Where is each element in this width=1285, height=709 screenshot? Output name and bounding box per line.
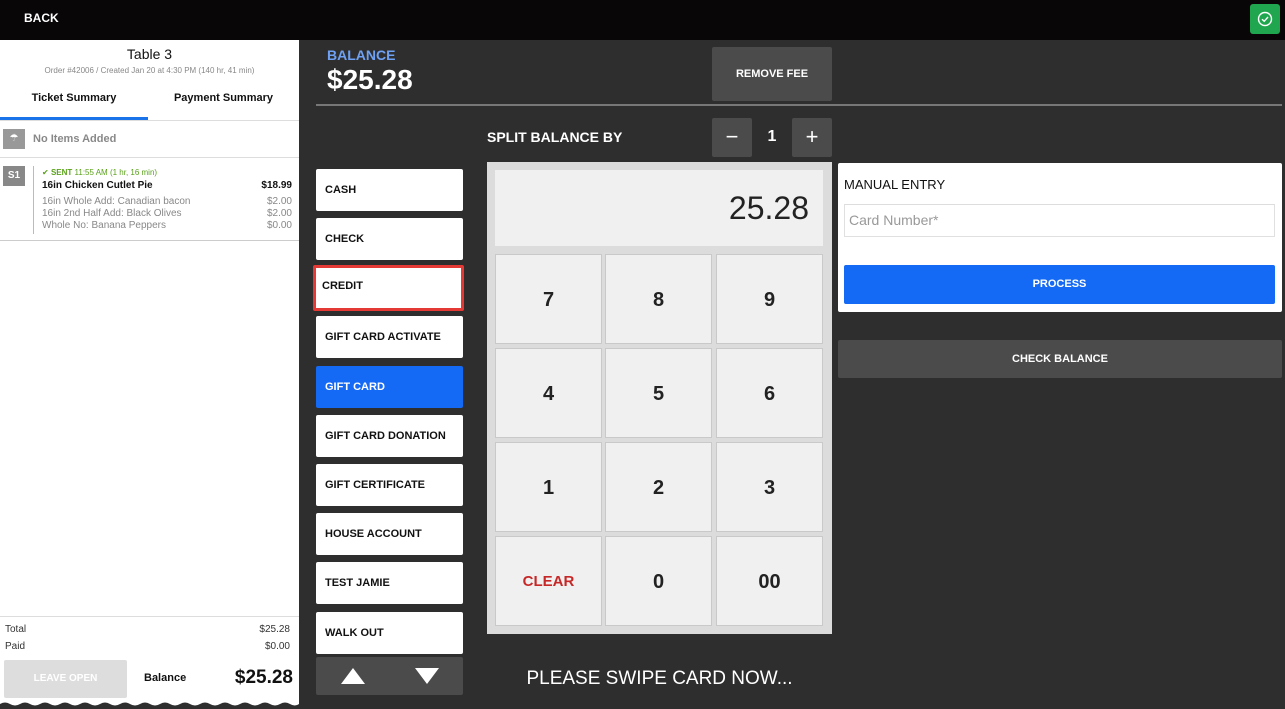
item-price: $18.99 (261, 180, 292, 191)
check-circle-icon (1257, 11, 1273, 27)
tender-gift-certificate[interactable]: GIFT CERTIFICATE (316, 464, 463, 506)
split-decrement-button[interactable]: − (712, 118, 752, 157)
tender-gift-card-activate[interactable]: GIFT CARD ACTIVATE (316, 316, 463, 358)
divider (316, 104, 1282, 106)
key-8[interactable]: 8 (605, 254, 712, 344)
tender-credit[interactable]: CREDIT (313, 265, 464, 311)
no-items-row: ☂ No Items Added (0, 120, 299, 158)
tab-ticket-summary[interactable]: Ticket Summary (0, 91, 148, 120)
remove-fee-button[interactable]: REMOVE FEE (712, 47, 832, 101)
divider (33, 166, 34, 234)
key-1[interactable]: 1 (495, 442, 602, 532)
no-items-label: No Items Added (33, 133, 117, 145)
modifier-price: $0.00 (266, 220, 292, 231)
tender-scroll-controls (316, 657, 463, 695)
seat-badge: S1 (3, 166, 25, 186)
total-value: $25.28 (259, 624, 290, 635)
sent-label: SENT (50, 168, 73, 177)
modifier-text: 16in Whole Add: Canadian bacon (42, 196, 191, 207)
balance-heading: BALANCE (327, 47, 396, 63)
tender-test-jamie[interactable]: TEST JAMIE (316, 562, 463, 604)
key-clear[interactable]: CLEAR (495, 536, 602, 626)
key-2[interactable]: 2 (605, 442, 712, 532)
manual-entry-panel: MANUAL ENTRY Card Number* PROCESS (838, 163, 1282, 312)
tender-walk-out[interactable]: WALK OUT (316, 612, 463, 654)
modifier-text: Whole No: Banana Peppers (42, 220, 166, 231)
order-info: Order #42006 / Created Jan 20 at 4:30 PM… (44, 66, 255, 75)
balance-label: Balance (144, 672, 187, 684)
split-balance-label: SPLIT BALANCE BY (487, 129, 623, 145)
check-balance-button[interactable]: CHECK BALANCE (838, 340, 1282, 378)
key-00[interactable]: 00 (716, 536, 823, 626)
leave-open-button[interactable]: LEAVE OPEN (4, 660, 127, 698)
tender-gift-card[interactable]: GIFT CARD (316, 366, 463, 408)
back-button[interactable]: BACK (24, 11, 59, 25)
paid-label: Paid (5, 641, 26, 652)
key-0[interactable]: 0 (605, 536, 712, 626)
key-7[interactable]: 7 (495, 254, 602, 344)
key-3[interactable]: 3 (716, 442, 823, 532)
modifier-price: $2.00 (266, 208, 292, 219)
ticket-footer: Total $25.28 Paid $0.00 LEAVE OPEN Balan… (0, 616, 299, 709)
modifier-text: 16in 2nd Half Add: Black Olives (42, 208, 182, 219)
split-increment-button[interactable]: + (792, 118, 832, 157)
balance-amount: $25.28 (327, 64, 413, 95)
paid-value: $0.00 (264, 641, 290, 652)
key-4[interactable]: 4 (495, 348, 602, 438)
tender-gift-card-donation[interactable]: GIFT CARD DONATION (316, 415, 463, 457)
process-button[interactable]: PROCESS (844, 265, 1275, 304)
sent-time: 11:55 AM (1 hr, 16 min) (74, 168, 158, 177)
manual-entry-label: MANUAL ENTRY (844, 177, 946, 192)
tab-payment-summary[interactable]: Payment Summary (148, 91, 299, 120)
ticket-panel: Table 3 Order #42006 / Created Jan 20 at… (0, 40, 299, 709)
card-number-input[interactable]: Card Number* (844, 204, 1275, 237)
top-bar: BACK (0, 0, 1285, 40)
key-5[interactable]: 5 (605, 348, 712, 438)
tender-house-account[interactable]: HOUSE ACCOUNT (316, 513, 463, 555)
umbrella-icon: ☂ (3, 129, 25, 149)
key-9[interactable]: 9 (716, 254, 823, 344)
amount-display: 25.28 (495, 170, 823, 246)
balance-value: $25.28 (234, 667, 293, 688)
arrow-down-icon[interactable] (414, 667, 440, 685)
confirm-button[interactable] (1250, 4, 1280, 34)
sent-status: ✔ SENT 11:55 AM (1 hr, 16 min) (42, 168, 157, 177)
arrow-up-icon[interactable] (340, 667, 366, 685)
split-count: 1 (767, 128, 777, 145)
key-6[interactable]: 6 (716, 348, 823, 438)
check-circle-icon: ✔ (42, 168, 49, 177)
tender-check[interactable]: CHECK (316, 218, 463, 260)
modifier-price: $2.00 (266, 196, 292, 207)
tender-cash[interactable]: CASH (316, 169, 463, 211)
swipe-prompt: PLEASE SWIPE CARD NOW... (526, 668, 793, 689)
total-label: Total (5, 624, 27, 635)
seat-section[interactable]: S1 ✔ SENT 11:55 AM (1 hr, 16 min) 16in C… (0, 158, 299, 241)
receipt-tear-edge (0, 702, 299, 709)
numeric-keypad: 25.28 7 8 9 4 5 6 1 2 3 CLEAR 0 00 (487, 162, 832, 634)
ticket-title: Table 3 (126, 46, 173, 62)
item-name: 16in Chicken Cutlet Pie (42, 180, 153, 191)
